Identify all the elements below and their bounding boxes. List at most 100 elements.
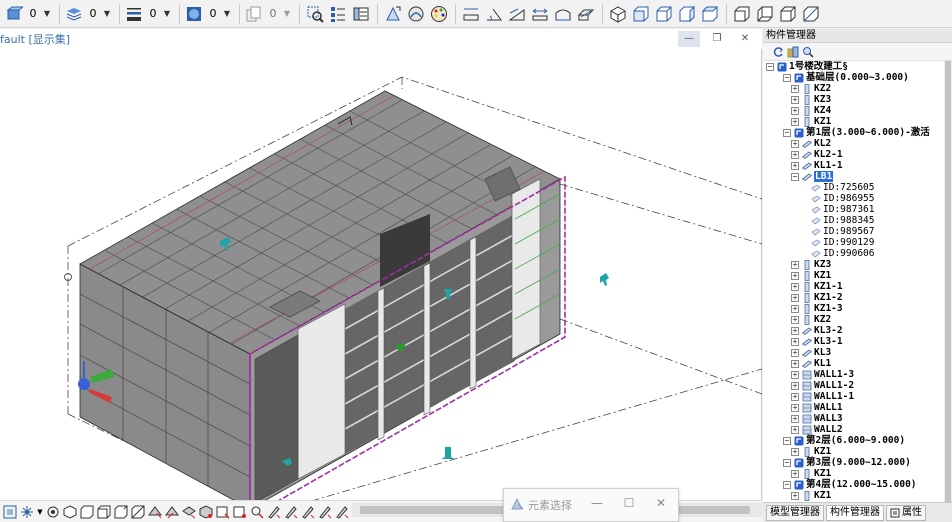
expand-icon[interactable]: + — [791, 84, 799, 93]
measure-angle-icon[interactable] — [483, 3, 505, 25]
expand-icon[interactable]: + — [791, 403, 799, 412]
tree-leaf-item[interactable]: ID:990129 — [763, 237, 944, 248]
tree-component-item[interactable]: + KZ1 — [763, 490, 944, 501]
search-icon[interactable] — [801, 45, 815, 59]
expand-icon[interactable]: + — [791, 304, 799, 313]
tree-component-item[interactable]: + KL3 — [763, 347, 944, 358]
tree-leaf-item[interactable]: ID:725605 — [763, 182, 944, 193]
tree-component-item[interactable]: + KL1-1 — [763, 160, 944, 171]
pencil-tool-2-icon[interactable] — [283, 504, 299, 520]
refresh-icon[interactable] — [771, 45, 785, 59]
expand-icon[interactable]: + — [791, 392, 799, 401]
view-right-icon[interactable] — [699, 3, 721, 25]
tree-component-item[interactable]: + KL2-1 — [763, 149, 944, 160]
dialog-minimize-button[interactable]: — — [586, 496, 608, 510]
view-top-icon[interactable] — [731, 3, 753, 25]
collapse-icon[interactable]: − — [783, 73, 791, 82]
chevron-down-icon[interactable]: ▼ — [282, 9, 292, 18]
measure-slope-icon[interactable] — [506, 3, 528, 25]
view-left-icon[interactable] — [676, 3, 698, 25]
zoom-icon[interactable] — [249, 504, 265, 520]
collapse-icon[interactable]: − — [791, 172, 799, 181]
tree-component-item[interactable]: + KL3-1 — [763, 336, 944, 347]
expand-icon[interactable]: + — [791, 95, 799, 104]
expand-icon[interactable]: + — [791, 315, 799, 324]
layer-combo-5[interactable]: 0 ▼ — [244, 3, 292, 25]
pencil-tool-1-icon[interactable] — [266, 504, 282, 520]
expand-icon[interactable]: + — [791, 117, 799, 126]
component-tree[interactable]: −1号楼改建工§ − 基础层(0.000~3.000) + KZ2 + KZ3 + KZ4 + KZ… — [763, 61, 944, 502]
cube-view-3-icon[interactable] — [96, 504, 112, 520]
tree-vertical-scrollbar[interactable] — [944, 61, 952, 502]
layer-combo-1[interactable]: 0 ▼ — [4, 3, 52, 25]
tree-leaf-item[interactable]: ID:989567 — [763, 226, 944, 237]
orbit-icon[interactable] — [19, 504, 35, 520]
layer-combo-3[interactable]: 0 ▼ — [124, 3, 172, 25]
collapse-icon[interactable]: − — [783, 128, 791, 137]
dialog-maximize-button[interactable]: ☐ — [618, 496, 640, 510]
view-northeast-icon[interactable] — [800, 3, 822, 25]
viewport-close-button[interactable]: ✕ — [734, 31, 756, 47]
clip-plane-icon[interactable] — [147, 504, 163, 520]
expand-icon[interactable]: + — [791, 139, 799, 148]
cube-view-4-icon[interactable] — [113, 504, 129, 520]
tree-component-item[interactable]: + WALL1-2 — [763, 380, 944, 391]
clip-box-2-icon[interactable] — [215, 504, 231, 520]
component-library-icon[interactable] — [786, 45, 800, 59]
list-tree-icon[interactable] — [327, 3, 349, 25]
viewport-restore-button[interactable]: ❐ — [706, 31, 728, 47]
cube-view-2-icon[interactable] — [79, 504, 95, 520]
tree-component-item[interactable]: + KZ1 — [763, 270, 944, 281]
cube-iso-icon[interactable] — [607, 3, 629, 25]
layer-combo-2[interactable]: 0 ▼ — [64, 3, 112, 25]
tree-floor-item[interactable]: − 基础层(0.000~3.000) — [763, 72, 944, 83]
tree-component-item[interactable]: + KZ1 — [763, 468, 944, 479]
expand-icon[interactable]: + — [791, 447, 799, 456]
view-southwest-icon[interactable] — [777, 3, 799, 25]
tree-component-item[interactable]: + KZ1-2 — [763, 292, 944, 303]
expand-icon[interactable]: + — [791, 381, 799, 390]
expand-icon[interactable]: + — [791, 348, 799, 357]
expand-icon[interactable]: + — [791, 271, 799, 280]
view-back-icon[interactable] — [653, 3, 675, 25]
tree-component-item[interactable]: + KZ2 — [763, 314, 944, 325]
expand-icon[interactable]: + — [791, 469, 799, 478]
dialog-close-button[interactable]: ✕ — [650, 496, 672, 510]
collapse-icon[interactable]: − — [783, 436, 791, 445]
palette-icon[interactable] — [428, 3, 450, 25]
expand-icon[interactable]: + — [791, 106, 799, 115]
3d-viewport[interactable]: fault [显示集] — ❐ ✕ — [0, 29, 762, 522]
render-mode-icon[interactable] — [382, 3, 404, 25]
pencil-tool-3-icon[interactable] — [300, 504, 316, 520]
tab-model-manager[interactable]: 模型管理器 — [766, 504, 824, 521]
tree-floor-item[interactable]: − 第2层(6.000~9.000) — [763, 435, 944, 446]
view-front-icon[interactable] — [630, 3, 652, 25]
expand-icon[interactable]: + — [791, 260, 799, 269]
expand-icon[interactable]: + — [791, 370, 799, 379]
tree-component-item[interactable]: + WALL3 — [763, 413, 944, 424]
clip-plane-3-icon[interactable] — [181, 504, 197, 520]
tree-leaf-item[interactable]: ID:986955 — [763, 193, 944, 204]
material-icon[interactable] — [405, 3, 427, 25]
measure-distance-icon[interactable] — [529, 3, 551, 25]
tree-component-item[interactable]: + KL1 — [763, 358, 944, 369]
expand-icon[interactable]: + — [791, 359, 799, 368]
cube-view-5-icon[interactable] — [130, 504, 146, 520]
tree-component-item[interactable]: + KZ3 — [763, 259, 944, 270]
collapse-icon[interactable]: − — [766, 62, 774, 71]
measure-height-icon[interactable] — [460, 3, 482, 25]
chevron-down-icon[interactable]: ▼ — [36, 504, 44, 520]
tab-properties[interactable]: 属性 — [886, 504, 926, 521]
tree-floor-item[interactable]: − 第4层(12.000~15.000) — [763, 479, 944, 490]
expand-icon[interactable]: + — [791, 282, 799, 291]
element-select-dialog[interactable]: 元素选择 — ☐ ✕ — [503, 488, 679, 522]
chevron-down-icon[interactable]: ▼ — [162, 9, 172, 18]
tree-component-item[interactable]: + KZ1-1 — [763, 281, 944, 292]
tree-component-item[interactable]: − LB1 — [763, 171, 944, 182]
tree-floor-item[interactable]: − 第1层(3.000~6.000)-激活 — [763, 127, 944, 138]
section-box-icon[interactable] — [45, 504, 61, 520]
tree-leaf-item[interactable]: ID:987361 — [763, 204, 944, 215]
tree-component-item[interactable]: + KZ1 — [763, 446, 944, 457]
scrollbar-thumb[interactable] — [945, 61, 951, 502]
tree-project-item[interactable]: − 1号楼改建工§ — [763, 61, 944, 72]
